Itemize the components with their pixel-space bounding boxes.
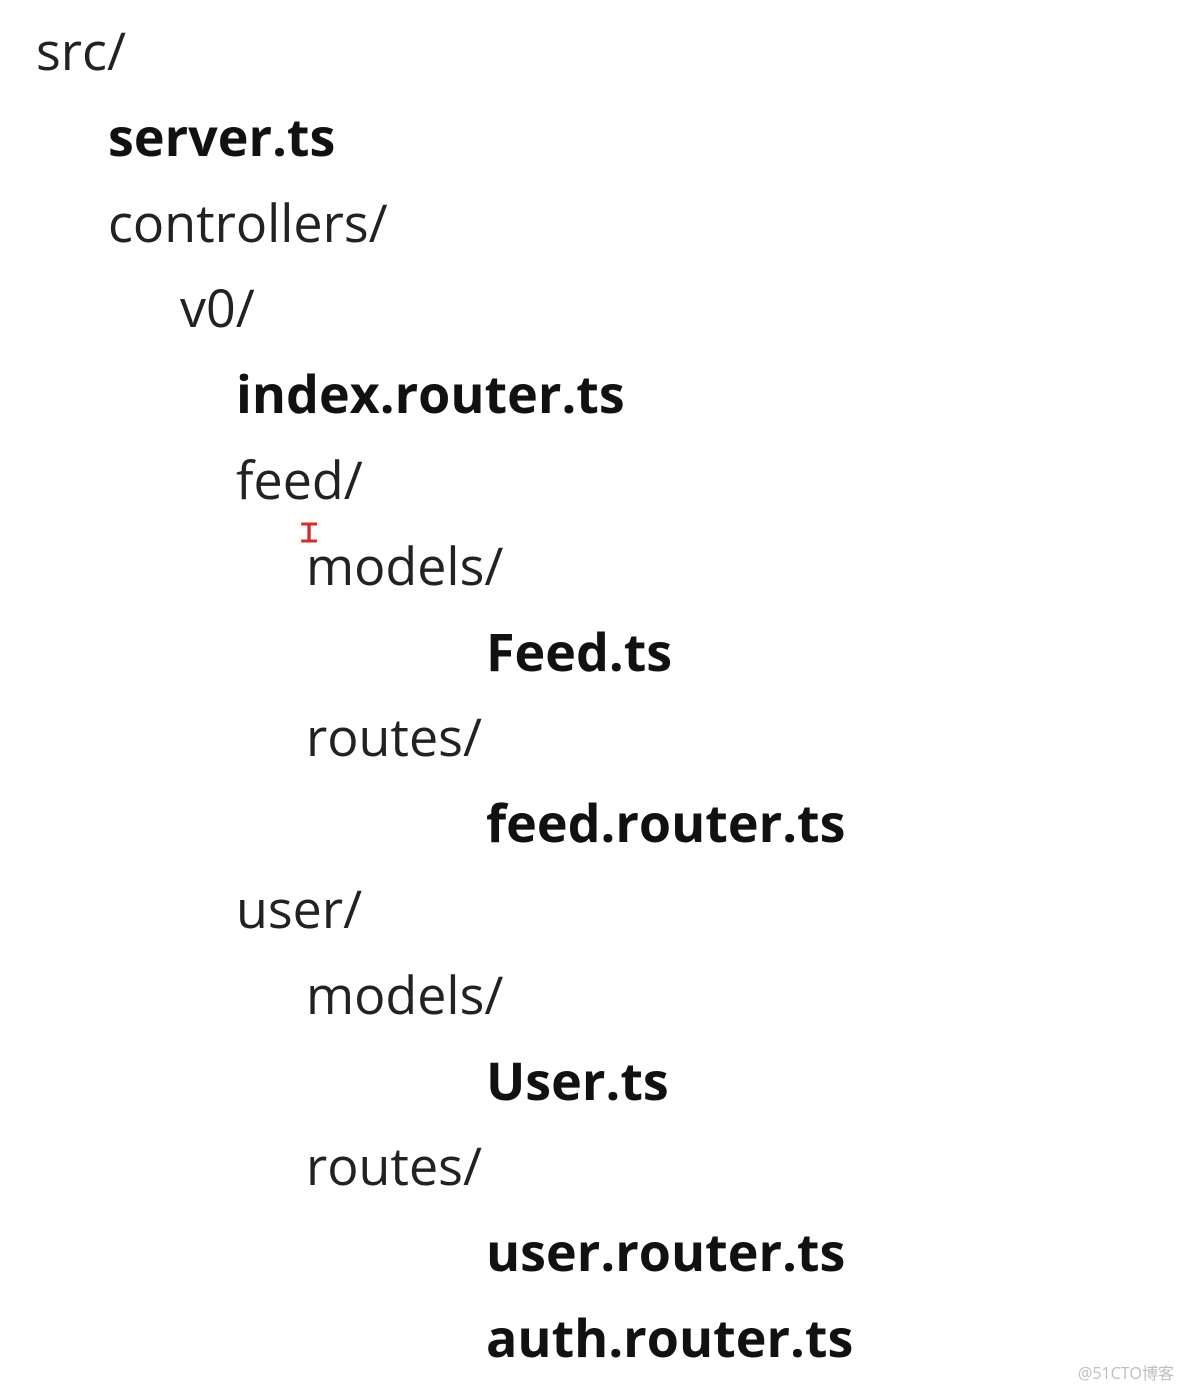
tree-line: Ꮖmodels/ — [36, 523, 1164, 609]
tree-line: auth.router.ts — [36, 1295, 1164, 1381]
tree-line: feed.router.ts — [36, 780, 1164, 866]
tree-line: v0/ — [36, 265, 1164, 351]
tree-line: server.ts — [36, 94, 1164, 180]
tree-line: user.router.ts — [36, 1209, 1164, 1295]
tree-line: Feed.ts — [36, 609, 1164, 695]
tree-line: user/ — [36, 866, 1164, 952]
tree-line: models/ — [36, 952, 1164, 1038]
tree-line: src/ — [36, 8, 1164, 94]
tree-line: routes/ — [36, 1123, 1164, 1209]
tree-line: controllers/ — [36, 180, 1164, 266]
tree-line: routes/ — [36, 694, 1164, 780]
tree-line: User.ts — [36, 1038, 1164, 1124]
file-tree: src/server.tscontrollers/v0/index.router… — [36, 8, 1164, 1381]
watermark-text: @51CTO博客 — [1078, 1360, 1174, 1386]
tree-line: feed/ — [36, 437, 1164, 523]
text-cursor-icon: Ꮖ — [301, 519, 318, 545]
tree-line: index.router.ts — [36, 351, 1164, 437]
